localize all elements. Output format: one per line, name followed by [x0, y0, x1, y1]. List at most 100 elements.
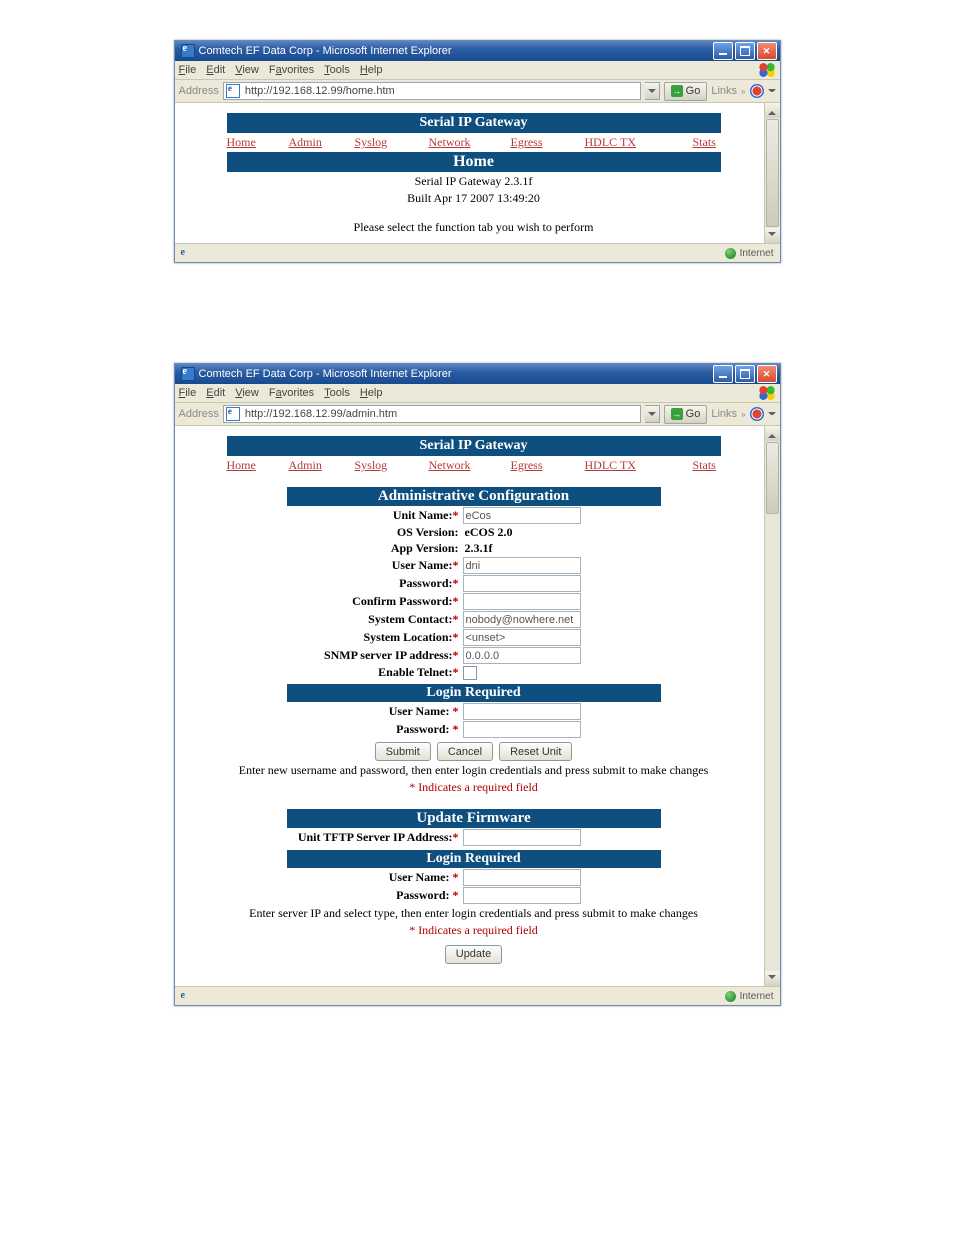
toolbar-overflow-icon[interactable] [768, 87, 776, 95]
menubar: File Edit View Favorites Tools Help [175, 61, 780, 80]
menu-help[interactable]: Help [360, 387, 383, 399]
toolbar-overflow-icon[interactable] [768, 410, 776, 418]
menu-edit[interactable]: Edit [206, 64, 225, 76]
browser-window-home: Comtech EF Data Corp - Microsoft Interne… [174, 40, 781, 263]
menu-file[interactable]: File [179, 387, 197, 399]
vertical-scrollbar[interactable] [764, 426, 780, 986]
minimize-button[interactable] [713, 42, 733, 60]
ie-icon [181, 367, 195, 381]
login1-user-input[interactable] [463, 703, 581, 720]
app-banner: Serial IP Gateway [227, 436, 721, 456]
nav-egress[interactable]: Egress [511, 458, 585, 473]
snmp-ip-label: SNMP server IP address:* [197, 648, 463, 663]
window-title: Comtech EF Data Corp - Microsoft Interne… [199, 45, 452, 57]
security-shield-icon[interactable] [750, 84, 764, 98]
login2-pass-input[interactable] [463, 887, 581, 904]
address-bar: Address →Go Links » [175, 403, 780, 426]
menu-view[interactable]: View [235, 64, 259, 76]
links-label[interactable]: Links [711, 408, 737, 420]
admin-config-title: Administrative Configuration [287, 487, 661, 506]
app-version-label: App Version: [197, 541, 463, 556]
password-input[interactable] [463, 575, 581, 592]
version-line: Serial IP Gateway 2.3.1f [197, 174, 751, 189]
nav-home[interactable]: Home [227, 458, 289, 473]
scroll-up-button[interactable] [765, 103, 780, 118]
update-button[interactable]: Update [445, 945, 502, 964]
minimize-button[interactable] [713, 365, 733, 383]
maximize-button[interactable] [735, 42, 755, 60]
unit-name-input[interactable] [463, 507, 581, 524]
scroll-thumb[interactable] [766, 442, 779, 514]
scroll-up-button[interactable] [765, 426, 780, 441]
nav-syslog[interactable]: Syslog [355, 458, 429, 473]
system-location-label: System Location:* [197, 630, 463, 645]
nav-tabs: Home Admin Syslog Network Egress HDLC TX… [227, 456, 721, 475]
menu-help[interactable]: Help [360, 64, 383, 76]
nav-tabs: Home Admin Syslog Network Egress HDLC TX… [227, 133, 721, 152]
page-icon [226, 407, 240, 421]
maximize-button[interactable] [735, 365, 755, 383]
tftp-ip-input[interactable] [463, 829, 581, 846]
login1-pass-input[interactable] [463, 721, 581, 738]
enable-telnet-checkbox[interactable] [463, 666, 477, 680]
nav-syslog[interactable]: Syslog [355, 135, 429, 150]
scroll-down-button[interactable] [765, 971, 780, 986]
go-button[interactable]: →Go [664, 82, 708, 101]
login-required-1-title: Login Required [287, 684, 661, 702]
system-contact-input[interactable] [463, 611, 581, 628]
nav-egress[interactable]: Egress [511, 135, 585, 150]
reset-unit-button[interactable]: Reset Unit [499, 742, 572, 761]
confirm-password-input[interactable] [463, 593, 581, 610]
snmp-ip-input[interactable] [463, 647, 581, 664]
nav-admin[interactable]: Admin [289, 458, 355, 473]
links-label[interactable]: Links [711, 85, 737, 97]
page-icon [226, 84, 240, 98]
address-input[interactable] [243, 84, 638, 98]
go-button[interactable]: →Go [664, 405, 708, 424]
page-viewport: Serial IP Gateway Home Admin Syslog Netw… [175, 103, 780, 243]
nav-stats[interactable]: Stats [693, 458, 716, 473]
menu-tools[interactable]: Tools [324, 387, 350, 399]
status-page-icon [181, 247, 193, 259]
user-name-input[interactable] [463, 557, 581, 574]
menu-favorites[interactable]: Favorites [269, 387, 314, 399]
nav-hdlctx[interactable]: HDLC TX [585, 458, 693, 473]
login2-pass-label: Password: * [197, 888, 463, 903]
nav-stats[interactable]: Stats [693, 135, 716, 150]
status-zone: Internet [740, 991, 774, 1002]
login2-user-label: User Name: * [197, 870, 463, 885]
address-input[interactable] [243, 407, 638, 421]
menu-file[interactable]: File [179, 64, 197, 76]
menu-edit[interactable]: Edit [206, 387, 225, 399]
login-required-2-title: Login Required [287, 850, 661, 868]
scroll-thumb[interactable] [766, 119, 779, 227]
os-version-value: eCOS 2.0 [463, 525, 513, 540]
login1-pass-label: Password: * [197, 722, 463, 737]
address-box[interactable] [223, 82, 641, 100]
address-dropdown[interactable] [645, 82, 660, 100]
menu-tools[interactable]: Tools [324, 64, 350, 76]
page-title: Home [227, 152, 721, 172]
nav-network[interactable]: Network [429, 135, 511, 150]
nav-network[interactable]: Network [429, 458, 511, 473]
address-dropdown[interactable] [645, 405, 660, 423]
vertical-scrollbar[interactable] [764, 103, 780, 243]
menu-favorites[interactable]: Favorites [269, 64, 314, 76]
nav-hdlctx[interactable]: HDLC TX [585, 135, 693, 150]
submit-button[interactable]: Submit [375, 742, 431, 761]
close-button[interactable] [757, 365, 777, 383]
browser-window-admin: Comtech EF Data Corp - Microsoft Interne… [174, 363, 781, 1006]
address-box[interactable] [223, 405, 641, 423]
user-name-label: User Name:* [197, 558, 463, 573]
update-firmware-title: Update Firmware [287, 809, 661, 828]
cancel-button[interactable]: Cancel [437, 742, 493, 761]
nav-admin[interactable]: Admin [289, 135, 355, 150]
system-location-input[interactable] [463, 629, 581, 646]
login1-required-note: * Indicates a required field [197, 780, 751, 795]
close-button[interactable] [757, 42, 777, 60]
scroll-down-button[interactable] [765, 228, 780, 243]
menu-view[interactable]: View [235, 387, 259, 399]
nav-home[interactable]: Home [227, 135, 289, 150]
login2-user-input[interactable] [463, 869, 581, 886]
security-shield-icon[interactable] [750, 407, 764, 421]
